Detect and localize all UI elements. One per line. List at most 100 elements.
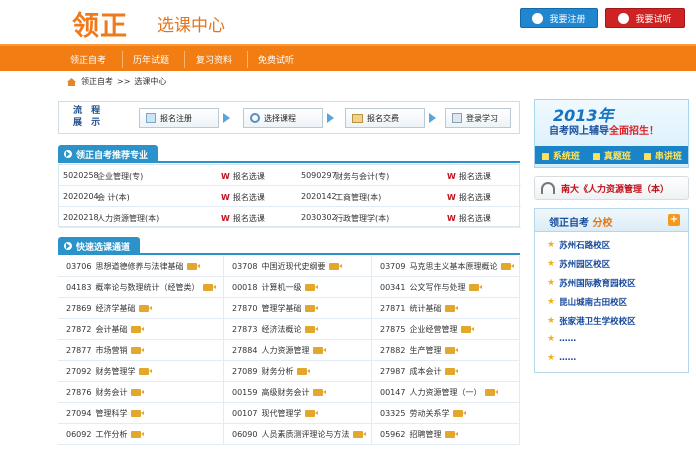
course-cell[interactable]: 27094 管理科学 [58,403,224,424]
promo-banner[interactable]: 2013年 自考网上辅导全面招生！ ■ 系统班 ■ 真题班 ■ 串讲班 [534,99,689,168]
video-icon[interactable] [445,346,459,354]
video-icon[interactable] [305,304,319,312]
course-cell[interactable]: 27089 财务分析 [224,361,372,382]
breadcrumb-home[interactable]: 领正自考 [81,76,113,87]
video-icon[interactable] [453,409,467,417]
register-button[interactable]: 我要注册 [520,8,598,28]
video-icon[interactable] [353,430,367,438]
enroll-link[interactable]: W 报名选课 [221,171,265,182]
branch-item[interactable]: ★ 昆山城南古田校区 [547,296,627,308]
nav-item-zikao[interactable]: 领正自考 [70,53,106,66]
course-name[interactable]: 财务会计 [95,387,127,398]
course-cell[interactable]: 27882 生产管理 [372,340,520,361]
major-name[interactable]: 工商管理(本) [335,192,381,203]
course-name[interactable]: 招聘管理 [409,429,441,440]
course-name[interactable]: 概率论与数理统计（经管类） [95,282,199,293]
video-icon[interactable] [139,304,153,312]
video-icon[interactable] [501,262,515,270]
video-icon[interactable] [461,325,475,333]
branch-item[interactable]: ★ 苏州园区校区 [547,258,610,270]
course-name[interactable]: 财务管理学 [95,366,135,377]
course-cell[interactable]: 27872 会计基础 [58,319,224,340]
major-name[interactable]: 财务与会计(专) [335,171,389,182]
video-icon[interactable] [445,430,459,438]
video-icon[interactable] [445,367,459,375]
video-icon[interactable] [131,409,145,417]
course-cell[interactable]: 27877 市场营销 [58,340,224,361]
video-icon[interactable] [203,283,217,291]
course-cell[interactable]: 03706 思想道德修养与法律基础 [58,256,224,277]
course-name[interactable]: 马克思主义基本原理概论 [409,261,497,272]
course-name[interactable]: 思想道德修养与法律基础 [95,261,183,272]
course-name[interactable]: 计算机一级 [261,282,301,293]
video-icon[interactable] [329,262,343,270]
course-name[interactable]: 人力资源管理（一） [409,387,481,398]
course-cell[interactable]: 03708 中国近现代史纲要 [224,256,372,277]
enroll-link[interactable]: W 报名选课 [221,192,265,203]
course-cell[interactable]: 27871 统计基础 [372,298,520,319]
course-name[interactable]: 会计基础 [95,324,127,335]
course-cell[interactable]: 27092 财务管理学 [58,361,224,382]
course-cell[interactable]: 00147 人力资源管理（一） [372,382,520,403]
course-cell[interactable]: 06092 工作分析 [58,424,224,445]
branch-item[interactable]: ★ 苏州国际教育园校区 [547,277,636,289]
nanda-audio-link[interactable]: 南大《人力资源管理（本） [534,176,689,200]
video-icon[interactable] [313,346,327,354]
branch-item[interactable]: ★ 苏州石路校区 [547,239,610,251]
site-logo[interactable]: 领正 [72,4,128,43]
course-name[interactable]: 企业经营管理 [409,324,457,335]
course-name[interactable]: 生产管理 [409,345,441,356]
course-cell[interactable]: 03709 马克思主义基本原理概论 [372,256,520,277]
course-name[interactable]: 工作分析 [95,429,127,440]
course-cell[interactable]: 03325 劳动关系学 [372,403,520,424]
course-cell[interactable]: 00107 现代管理学 [224,403,372,424]
course-cell[interactable]: 27875 企业经营管理 [372,319,520,340]
nav-item-materials[interactable]: 复习资料 [196,53,232,66]
course-cell[interactable]: 27869 经济学基础 [58,298,224,319]
course-cell[interactable]: 27876 财务会计 [58,382,224,403]
enroll-link[interactable]: W 报名选课 [447,171,491,182]
video-icon[interactable] [131,430,145,438]
enroll-link[interactable]: W 报名选课 [447,213,491,224]
video-icon[interactable] [305,325,319,333]
course-cell[interactable]: 00018 计算机一级 [224,277,372,298]
major-name[interactable]: 会 计(本) [97,192,130,203]
course-cell[interactable]: 27884 人力资源管理 [224,340,372,361]
course-name[interactable]: 管理学基础 [261,303,301,314]
expand-icon[interactable]: + [668,214,680,226]
video-icon[interactable] [445,304,459,312]
video-icon[interactable] [139,367,153,375]
course-name[interactable]: 成本会计 [409,366,441,377]
course-cell[interactable]: 04183 概率论与数理统计（经管类） [58,277,224,298]
step-choose-course[interactable]: 选择课程 [243,108,323,128]
video-icon[interactable] [305,283,319,291]
nav-item-free-trial[interactable]: 免费试听 [258,53,294,66]
course-name[interactable]: 财务分析 [261,366,293,377]
major-name[interactable]: 企业管理(专) [97,171,143,182]
course-cell[interactable]: 27987 成本会计 [372,361,520,382]
course-name[interactable]: 高级财务会计 [261,387,309,398]
branch-item[interactable]: ★…… [547,334,576,344]
enroll-link[interactable]: W 报名选课 [221,213,265,224]
video-icon[interactable] [131,325,145,333]
course-name[interactable]: 公文写作与处理 [409,282,465,293]
course-cell[interactable]: 27873 经济法概论 [224,319,372,340]
branch-item[interactable]: ★ 张家港卫生学校校区 [547,315,636,327]
video-icon[interactable] [187,262,201,270]
major-name[interactable]: 人力资源管理(本) [97,213,159,224]
video-icon[interactable] [131,346,145,354]
enroll-link[interactable]: W 报名选课 [447,192,491,203]
course-cell[interactable]: 00159 高级财务会计 [224,382,372,403]
course-cell[interactable]: 27870 管理学基础 [224,298,372,319]
course-cell[interactable]: 05962 招聘管理 [372,424,520,445]
video-icon[interactable] [469,283,483,291]
course-name[interactable]: 经济学基础 [95,303,135,314]
step-register[interactable]: 报名注册 [139,108,219,128]
course-name[interactable]: 中国近现代史纲要 [261,261,325,272]
video-icon[interactable] [485,388,499,396]
step-payment[interactable]: 报名交费 [345,108,425,128]
course-name[interactable]: 市场营销 [95,345,127,356]
course-cell[interactable]: 06090 人员素质测评理论与方法 [224,424,372,445]
video-icon[interactable] [297,367,311,375]
branch-item[interactable]: ★…… [547,353,576,363]
